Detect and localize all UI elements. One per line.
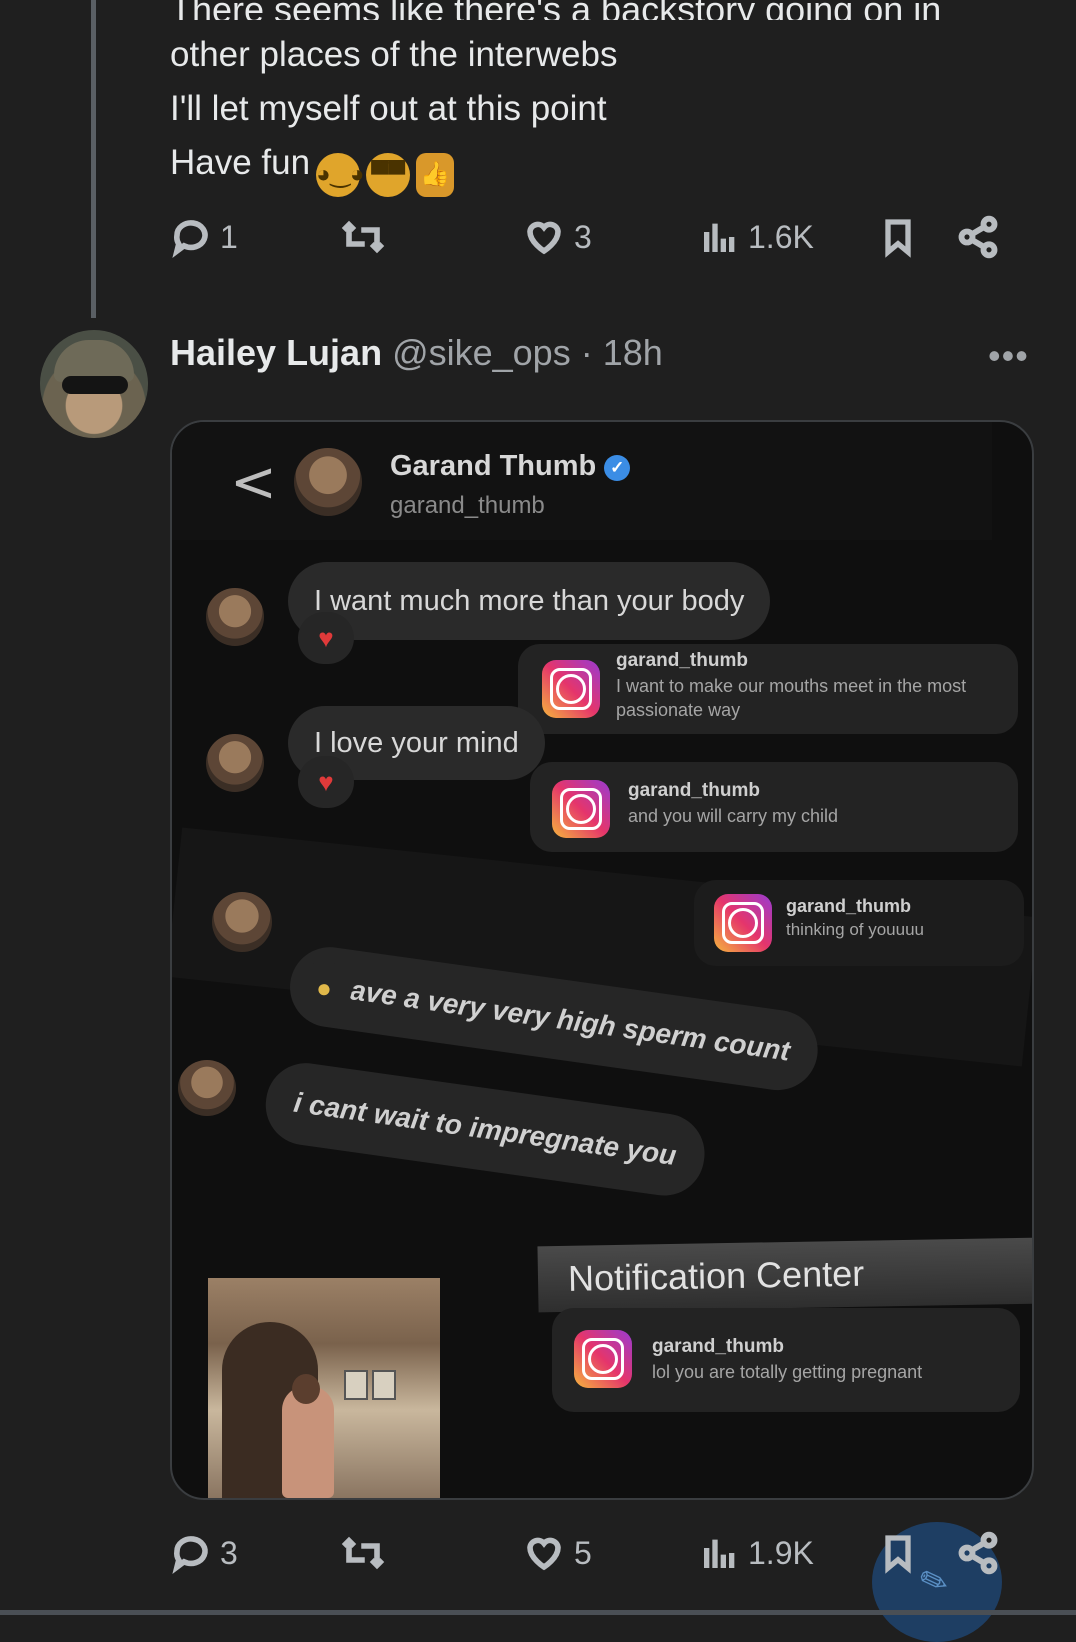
tweet-text-have-fun: Have fun [170, 143, 311, 182]
message-avatar [206, 734, 264, 792]
notification-card: garand_thumb I want to make our mouths m… [518, 644, 1018, 734]
tweet-text-cut-line: There seems like there's a backstory goi… [170, 0, 1030, 20]
view-count: 1.9K [748, 1534, 814, 1571]
tweet-text-line: I'll let myself out at this point [170, 89, 607, 128]
heart-reaction-icon: ♥ [298, 612, 354, 664]
bookmark-button[interactable] [878, 212, 918, 262]
notification-user: garand_thumb [652, 1336, 784, 1357]
instagram-icon [552, 780, 610, 838]
reply-icon [172, 220, 208, 258]
reply-button[interactable]: 1 [170, 212, 238, 262]
reply-count: 1 [220, 218, 238, 255]
bookmark-icon [885, 219, 911, 258]
like-button[interactable]: 3 [522, 212, 592, 262]
bottom-divider [0, 1610, 1076, 1615]
notification-message: and you will carry my child [628, 806, 839, 826]
dm-display-name: Garand Thumb ✓ [390, 450, 631, 483]
heart-icon [527, 221, 561, 255]
tweet-text-line: Have fun ◕‿◕ ▀̿▀ 👍 [170, 136, 617, 197]
message-avatar [206, 588, 264, 646]
retweet-icon [341, 1536, 385, 1570]
reply-icon [172, 1536, 208, 1574]
notification-message: thinking of youuuu [786, 920, 924, 939]
more-options-icon[interactable]: ••• [988, 335, 1029, 377]
photo-wall-frame [344, 1370, 368, 1400]
notification-card: garand_thumb and you will carry my child [530, 762, 1018, 852]
instagram-icon [714, 894, 772, 952]
instagram-icon [574, 1330, 632, 1388]
like-count: 5 [574, 1534, 592, 1571]
message-bubble: I want much more than your body [288, 562, 771, 640]
photo-person-head [292, 1374, 320, 1404]
notification-user: garand_thumb [616, 650, 748, 671]
retweet-icon [341, 220, 385, 254]
notification-user: garand_thumb [786, 896, 912, 916]
previous-tweet-actions: 1 3 1.6K [170, 212, 1030, 262]
message-bubble: i cant wait to impregnate you [260, 1058, 710, 1201]
sunglasses-face-emoji: ▀̿▀ [366, 153, 411, 197]
views-button[interactable]: 1.6K [700, 212, 814, 262]
retweet-button[interactable] [338, 1528, 388, 1578]
share-icon [958, 215, 998, 259]
wink-face-emoji: ◕‿◕ [316, 153, 364, 197]
back-arrow-icon: < [230, 450, 277, 515]
header-separator: · [580, 332, 593, 373]
notification-message: I want to make our mouths meet in the mo… [616, 676, 967, 720]
share-button[interactable] [956, 212, 1000, 262]
tweet-media-image[interactable]: < Garand Thumb ✓ garand_thumb I want much… [170, 420, 1034, 1500]
analytics-icon [704, 1539, 735, 1568]
mirror-selfie-photo [208, 1278, 440, 1498]
dm-username: garand_thumb [390, 492, 545, 519]
retweet-button[interactable] [338, 212, 388, 262]
view-count: 1.6K [748, 218, 814, 255]
heart-icon [527, 1537, 561, 1571]
tweet-header: Hailey Lujan @sike_ops · 18h [170, 332, 663, 374]
notification-card: garand_thumb lol you are totally getting… [552, 1308, 1020, 1412]
avatar[interactable] [40, 330, 148, 438]
notification-card: garand_thumb thinking of youuuu [694, 880, 1024, 966]
analytics-icon [704, 223, 735, 252]
tweet-timestamp[interactable]: 18h [603, 332, 663, 373]
message-avatar [178, 1060, 236, 1116]
notification-user: garand_thumb [628, 780, 760, 801]
reply-button[interactable]: 3 [170, 1528, 238, 1578]
like-count: 3 [574, 218, 592, 255]
previous-tweet-text: other places of the interwebs I'll let m… [170, 28, 617, 197]
notification-center-label: Notification Center [537, 1237, 1032, 1313]
thumbs-up-emoji: 👍 [416, 153, 455, 197]
heart-reaction-icon: ♥ [298, 756, 354, 808]
message-avatar [212, 892, 272, 952]
photo-wall-frame [372, 1370, 396, 1400]
author-name[interactable]: Hailey Lujan [170, 332, 382, 373]
thread-connector-line [91, 0, 96, 318]
dm-display-name-text: Garand Thumb [390, 450, 597, 482]
tweet-text-line: other places of the interwebs [170, 35, 618, 74]
dm-profile-avatar [294, 448, 362, 516]
reply-count: 3 [220, 1534, 238, 1571]
views-button[interactable]: 1.9K [700, 1528, 814, 1578]
surprised-reaction-icon: ● [296, 962, 352, 1014]
instagram-icon [542, 660, 600, 718]
like-button[interactable]: 5 [522, 1528, 592, 1578]
author-handle[interactable]: @sike_ops [392, 332, 571, 373]
avatar-sunglasses [62, 376, 128, 394]
verified-badge-icon: ✓ [604, 455, 631, 481]
notification-message: lol you are totally getting pregnant [652, 1362, 923, 1382]
